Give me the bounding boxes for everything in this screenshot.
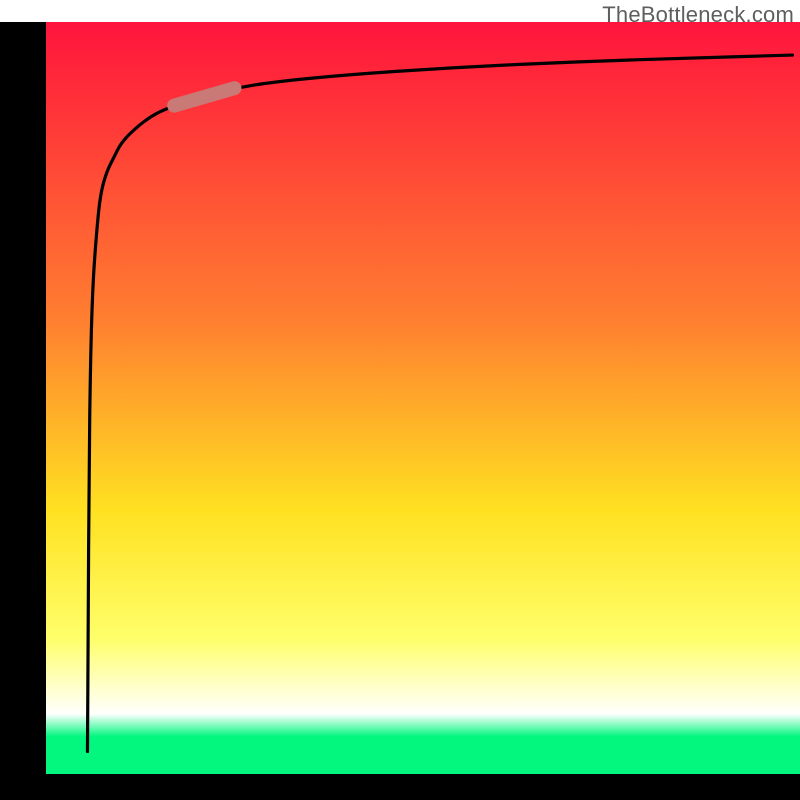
y-axis-bar: [0, 22, 46, 774]
chart-svg: [0, 0, 800, 800]
watermark-text: TheBottleneck.com: [602, 2, 794, 28]
plot-area-gradient: [46, 22, 800, 774]
x-axis-bar: [0, 774, 800, 800]
chart-stage: TheBottleneck.com: [0, 0, 800, 800]
